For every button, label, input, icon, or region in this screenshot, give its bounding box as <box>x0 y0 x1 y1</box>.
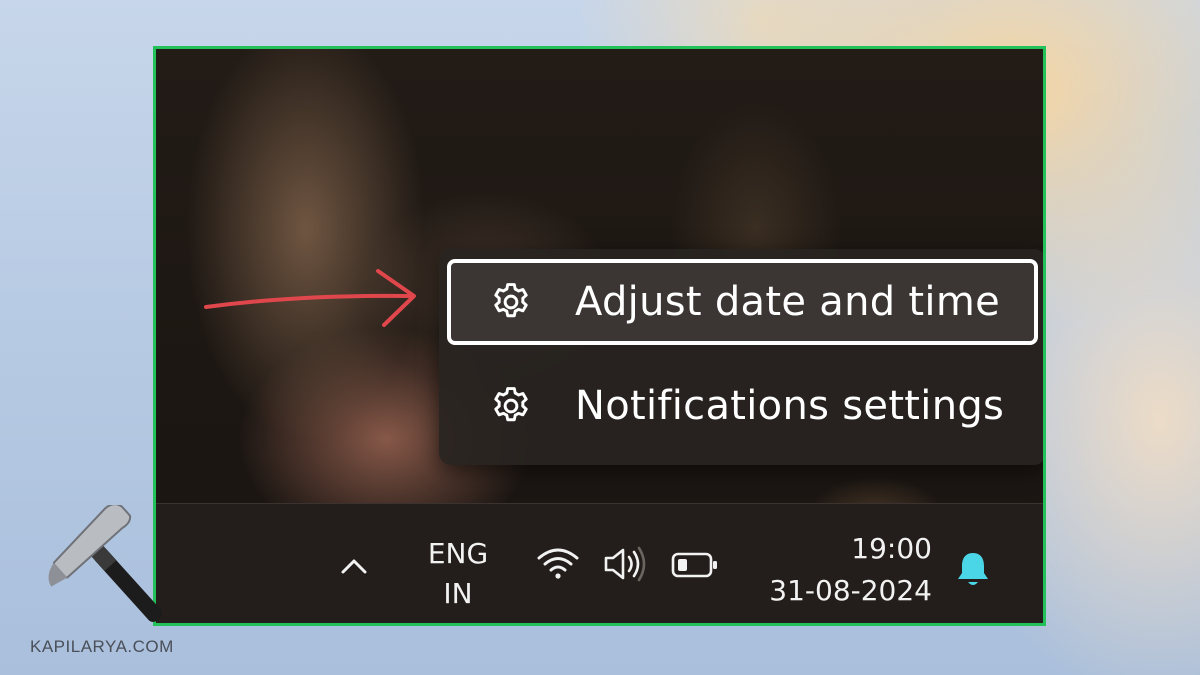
notifications-settings-menu-item[interactable]: Notifications settings <box>447 363 1038 449</box>
gear-icon <box>481 384 541 428</box>
taskbar: ENG IN 19:00 31-08-2024 <box>156 503 1043 623</box>
adjust-date-time-menu-item[interactable]: Adjust date and time <box>447 259 1038 345</box>
watermark-text: KAPILARYA.COM <box>30 637 174 656</box>
clock-date: 31-08-2024 <box>769 574 932 607</box>
battery-icon[interactable] <box>670 548 720 582</box>
volume-icon[interactable] <box>602 544 648 584</box>
language-indicator[interactable]: ENG IN <box>418 534 498 614</box>
language-code: ENG <box>427 537 489 570</box>
clock[interactable]: 19:00 31-08-2024 <box>752 528 932 612</box>
context-menu: Adjust date and time Notifications setti… <box>439 249 1043 465</box>
chevron-up-icon[interactable] <box>334 548 374 584</box>
menu-item-label: Notifications settings <box>575 383 1005 429</box>
bell-icon[interactable] <box>953 548 993 590</box>
screenshot-frame: Adjust date and time Notifications setti… <box>153 46 1046 626</box>
menu-item-label: Adjust date and time <box>575 279 1001 325</box>
clock-time: 19:00 <box>851 532 932 565</box>
wifi-icon[interactable] <box>536 544 580 584</box>
hammer-logo <box>38 503 188 635</box>
region-code: IN <box>443 577 473 610</box>
gear-icon <box>481 280 541 324</box>
